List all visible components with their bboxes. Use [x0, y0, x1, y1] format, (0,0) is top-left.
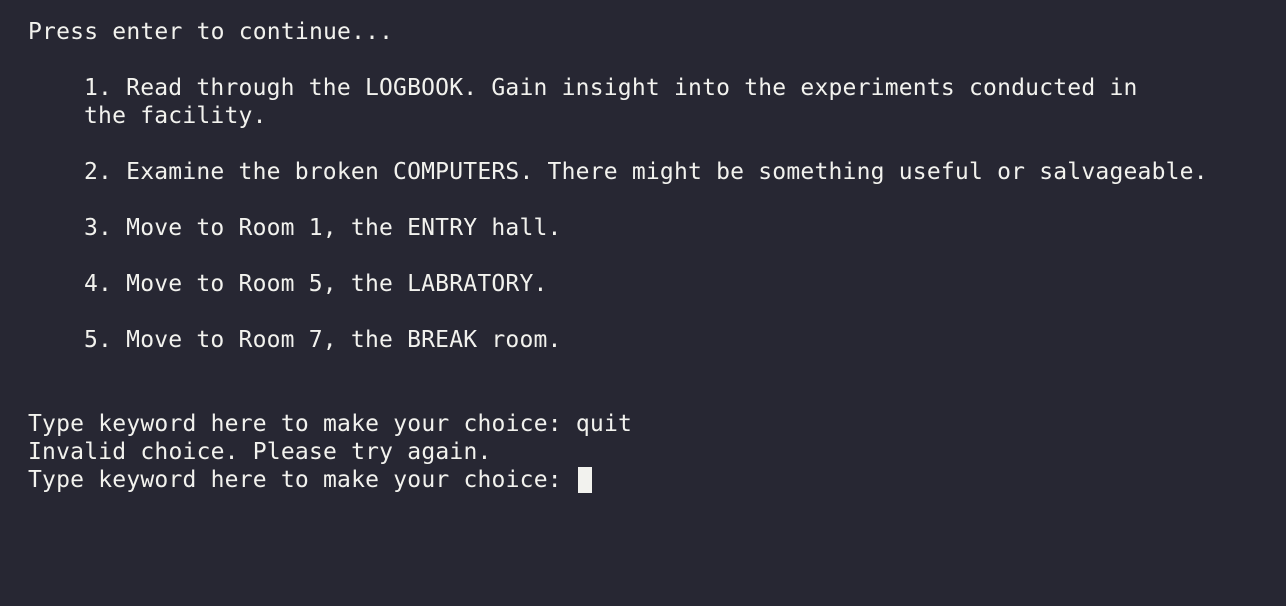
previous-input: quit [575, 411, 633, 437]
error-message: Invalid choice. Please try again. [28, 439, 492, 465]
prompt-label: Type keyword here to make your choice: [28, 411, 576, 437]
previous-prompt-line: Type keyword here to make your choice: q… [28, 410, 632, 438]
option-3: 3. Move to Room 1, the ENTRY hall. [84, 215, 562, 241]
option-4: 4. Move to Room 5, the LABRATORY. [84, 271, 548, 297]
prompt-label: Type keyword here to make your choice: [28, 467, 576, 493]
option-1-line-1: 1. Read through the LOGBOOK. Gain insigh… [84, 75, 1138, 101]
text-cursor [577, 467, 592, 493]
terminal-window[interactable]: Press enter to continue... 1. Read throu… [0, 0, 1286, 606]
option-2: 2. Examine the broken COMPUTERS. There m… [84, 159, 1208, 185]
continue-prompt: Press enter to continue... [28, 19, 394, 45]
option-5: 5. Move to Room 7, the BREAK room. [84, 327, 562, 353]
current-prompt-line[interactable]: Type keyword here to make your choice: [28, 466, 592, 494]
option-1-line-2: the facility. [84, 103, 267, 129]
